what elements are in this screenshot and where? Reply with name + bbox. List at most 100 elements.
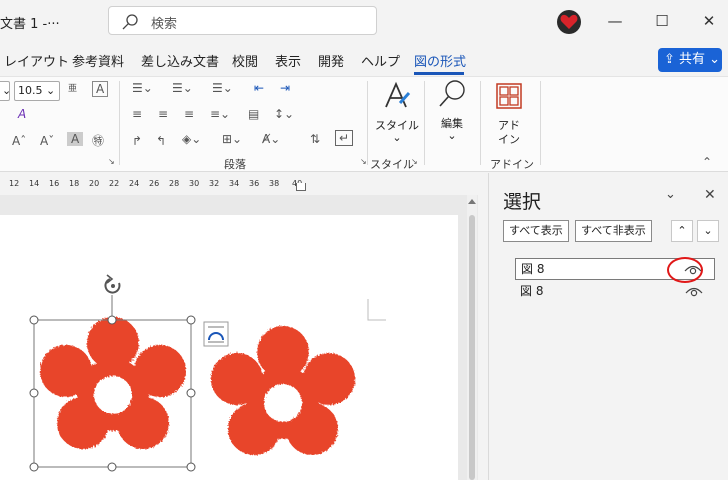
tab-mailings[interactable]: 差し込み文書 [141, 51, 219, 70]
ruler-tick: 38 [269, 179, 280, 188]
eye-icon[interactable] [685, 284, 703, 298]
divider [424, 81, 425, 165]
document-canvas [0, 195, 478, 480]
selection-pane: 選択 ⌄ ✕ すべて表示 すべて非表示 ⌃ ⌄ 図 8 図 8 [488, 173, 728, 480]
item-label: 図 8 [521, 262, 545, 276]
pane-close-icon[interactable]: ✕ [704, 187, 716, 203]
bring-forward-button[interactable]: ⌃ [671, 220, 693, 242]
tab-help[interactable]: ヘルプ [361, 51, 400, 70]
vertical-scrollbar[interactable] [467, 195, 477, 480]
rotate-handle-icon [104, 274, 121, 294]
addin-label-line2: イン [498, 133, 520, 146]
ruler-tick: 14 [29, 179, 40, 188]
style-dialog-launcher-icon[interactable]: ↘ [411, 157, 418, 166]
tab-references[interactable]: 参考資料 [72, 51, 124, 70]
paragraph-group-label: 段落 [224, 158, 246, 171]
addin-group-label: アドイン [490, 158, 534, 171]
phonetic-guide-icon[interactable]: 亜 [68, 81, 77, 94]
highlight-circle [667, 257, 703, 283]
align-left-icon[interactable]: ≡ [132, 107, 142, 121]
ruler-tick: 34 [229, 179, 240, 188]
tab-picture-format[interactable]: 図の形式 [414, 51, 466, 70]
ruler-tick: 22 [109, 179, 120, 188]
ribbon-tabs: レイアウト 参考資料 差し込み文書 校閲 表示 開発 ヘルプ 図の形式 [0, 44, 728, 76]
pane-options-chevron-icon[interactable]: ⌄ [665, 187, 676, 202]
font-dialog-launcher-icon[interactable]: ↘ [108, 157, 115, 166]
justify-icon[interactable]: ≡⌄ [210, 107, 230, 121]
share-icon: ⇪ [664, 52, 680, 67]
hide-all-button[interactable]: すべて非表示 [575, 220, 652, 242]
decrease-indent-icon[interactable]: ⇤ [254, 81, 264, 95]
font-size-dropdown[interactable]: 10.5 ⌄ [14, 81, 60, 101]
clear-format-icon[interactable]: A [18, 107, 26, 121]
ribbon: ⌄ 10.5 ⌄ 亜 A A Aˆ Aˇ A ㊕ ↘ ☰⌄ ☰⌄ ☰⌄ ⇤ ⇥ … [0, 76, 728, 172]
title-bar: 文書 1 -··· 検索 — ☐ ✕ [0, 0, 728, 44]
increase-indent-icon[interactable]: ⇥ [280, 81, 290, 95]
character-shading-icon[interactable]: A [67, 132, 84, 146]
shrink-font-icon[interactable]: Aˇ [40, 134, 54, 148]
ruler-tick: 32 [209, 179, 220, 188]
bullets-icon[interactable]: ☰⌄ [132, 81, 153, 95]
chevron-down-icon: ⌄ [705, 52, 721, 67]
collapse-ribbon-icon[interactable]: ⌃ [702, 155, 712, 169]
sort-icon[interactable]: ⇅ [310, 132, 320, 146]
character-border-icon[interactable]: A [92, 81, 109, 97]
show-all-button[interactable]: すべて表示 [503, 220, 569, 242]
margin-corner-mark [367, 299, 386, 321]
layout-options-icon [203, 321, 229, 347]
chevron-down-icon: ⌄ [447, 129, 457, 142]
multilevel-list-icon[interactable]: ☰⌄ [212, 81, 233, 95]
enclose-character-icon[interactable]: ㊕ [92, 132, 104, 149]
scroll-up-icon[interactable] [468, 199, 476, 204]
scrollbar-thumb[interactable] [469, 215, 475, 480]
tab-layout[interactable]: レイアウト [4, 51, 69, 70]
search-placeholder: 検索 [151, 17, 178, 32]
align-right-icon[interactable]: ≡ [184, 107, 194, 121]
ruler-tick: 24 [129, 179, 140, 188]
align-center-icon[interactable]: ≡ [158, 107, 168, 121]
ruler-tick: 16 [49, 179, 60, 188]
document-page[interactable] [0, 215, 458, 480]
tab-developer[interactable]: 開発 [318, 51, 344, 70]
ruler-tick: 28 [169, 179, 180, 188]
paragraph-dialog-launcher-icon[interactable]: ↘ [360, 157, 367, 166]
rtl-icon[interactable]: ↰ [156, 134, 166, 148]
search-box[interactable]: 検索 [108, 6, 377, 35]
divider [480, 81, 481, 165]
shading-icon[interactable]: ◈⌄ [182, 132, 201, 146]
tab-review[interactable]: 校閲 [232, 51, 258, 70]
close-button[interactable]: ✕ [694, 8, 724, 34]
ruler-tick: 36 [249, 179, 260, 188]
send-backward-button[interactable]: ⌄ [697, 220, 719, 242]
selection-pane-title: 選択 [503, 191, 542, 213]
line-spacing-icon[interactable]: ↕⌄ [274, 107, 294, 121]
show-marks-icon[interactable]: ↵ [335, 130, 354, 146]
chevron-down-icon: ⌄ [392, 131, 402, 144]
maximize-button[interactable]: ☐ [647, 8, 677, 34]
distributed-icon[interactable]: ▤ [248, 107, 259, 121]
search-icon [122, 14, 138, 30]
ruler-tick: 30 [189, 179, 200, 188]
ltr-icon[interactable]: ↱ [132, 134, 142, 148]
numbering-icon[interactable]: ☰⌄ [172, 81, 193, 95]
addins-icon [496, 83, 522, 109]
font-name-dropdown[interactable]: ⌄ [0, 81, 11, 101]
flower-image-2 [211, 326, 355, 455]
edit-button[interactable]: 編集 ⌄ [430, 79, 474, 149]
avatar[interactable] [557, 10, 581, 34]
list-item[interactable]: 図 8 [515, 281, 715, 303]
tab-view[interactable]: 表示 [275, 51, 301, 70]
minimize-button[interactable]: — [600, 8, 630, 34]
asian-layout-icon[interactable]: Ⱥ⌄ [262, 132, 280, 146]
divider [119, 81, 120, 165]
heart-icon [560, 14, 578, 29]
addin-button[interactable]: アド イン [486, 81, 532, 151]
style-button[interactable]: スタイル ⌄ [374, 81, 420, 151]
grow-font-icon[interactable]: Aˆ [12, 134, 26, 148]
right-indent-marker[interactable] [296, 183, 306, 191]
horizontal-ruler[interactable]: 12 14 16 18 20 22 24 26 28 30 32 34 36 3… [0, 173, 478, 195]
borders-icon[interactable]: ⊞⌄ [222, 132, 242, 146]
share-button[interactable]: ⇪ 共有 ⌄ [658, 48, 722, 72]
style-group-label: スタイル [370, 158, 414, 171]
page-content [29, 274, 386, 472]
